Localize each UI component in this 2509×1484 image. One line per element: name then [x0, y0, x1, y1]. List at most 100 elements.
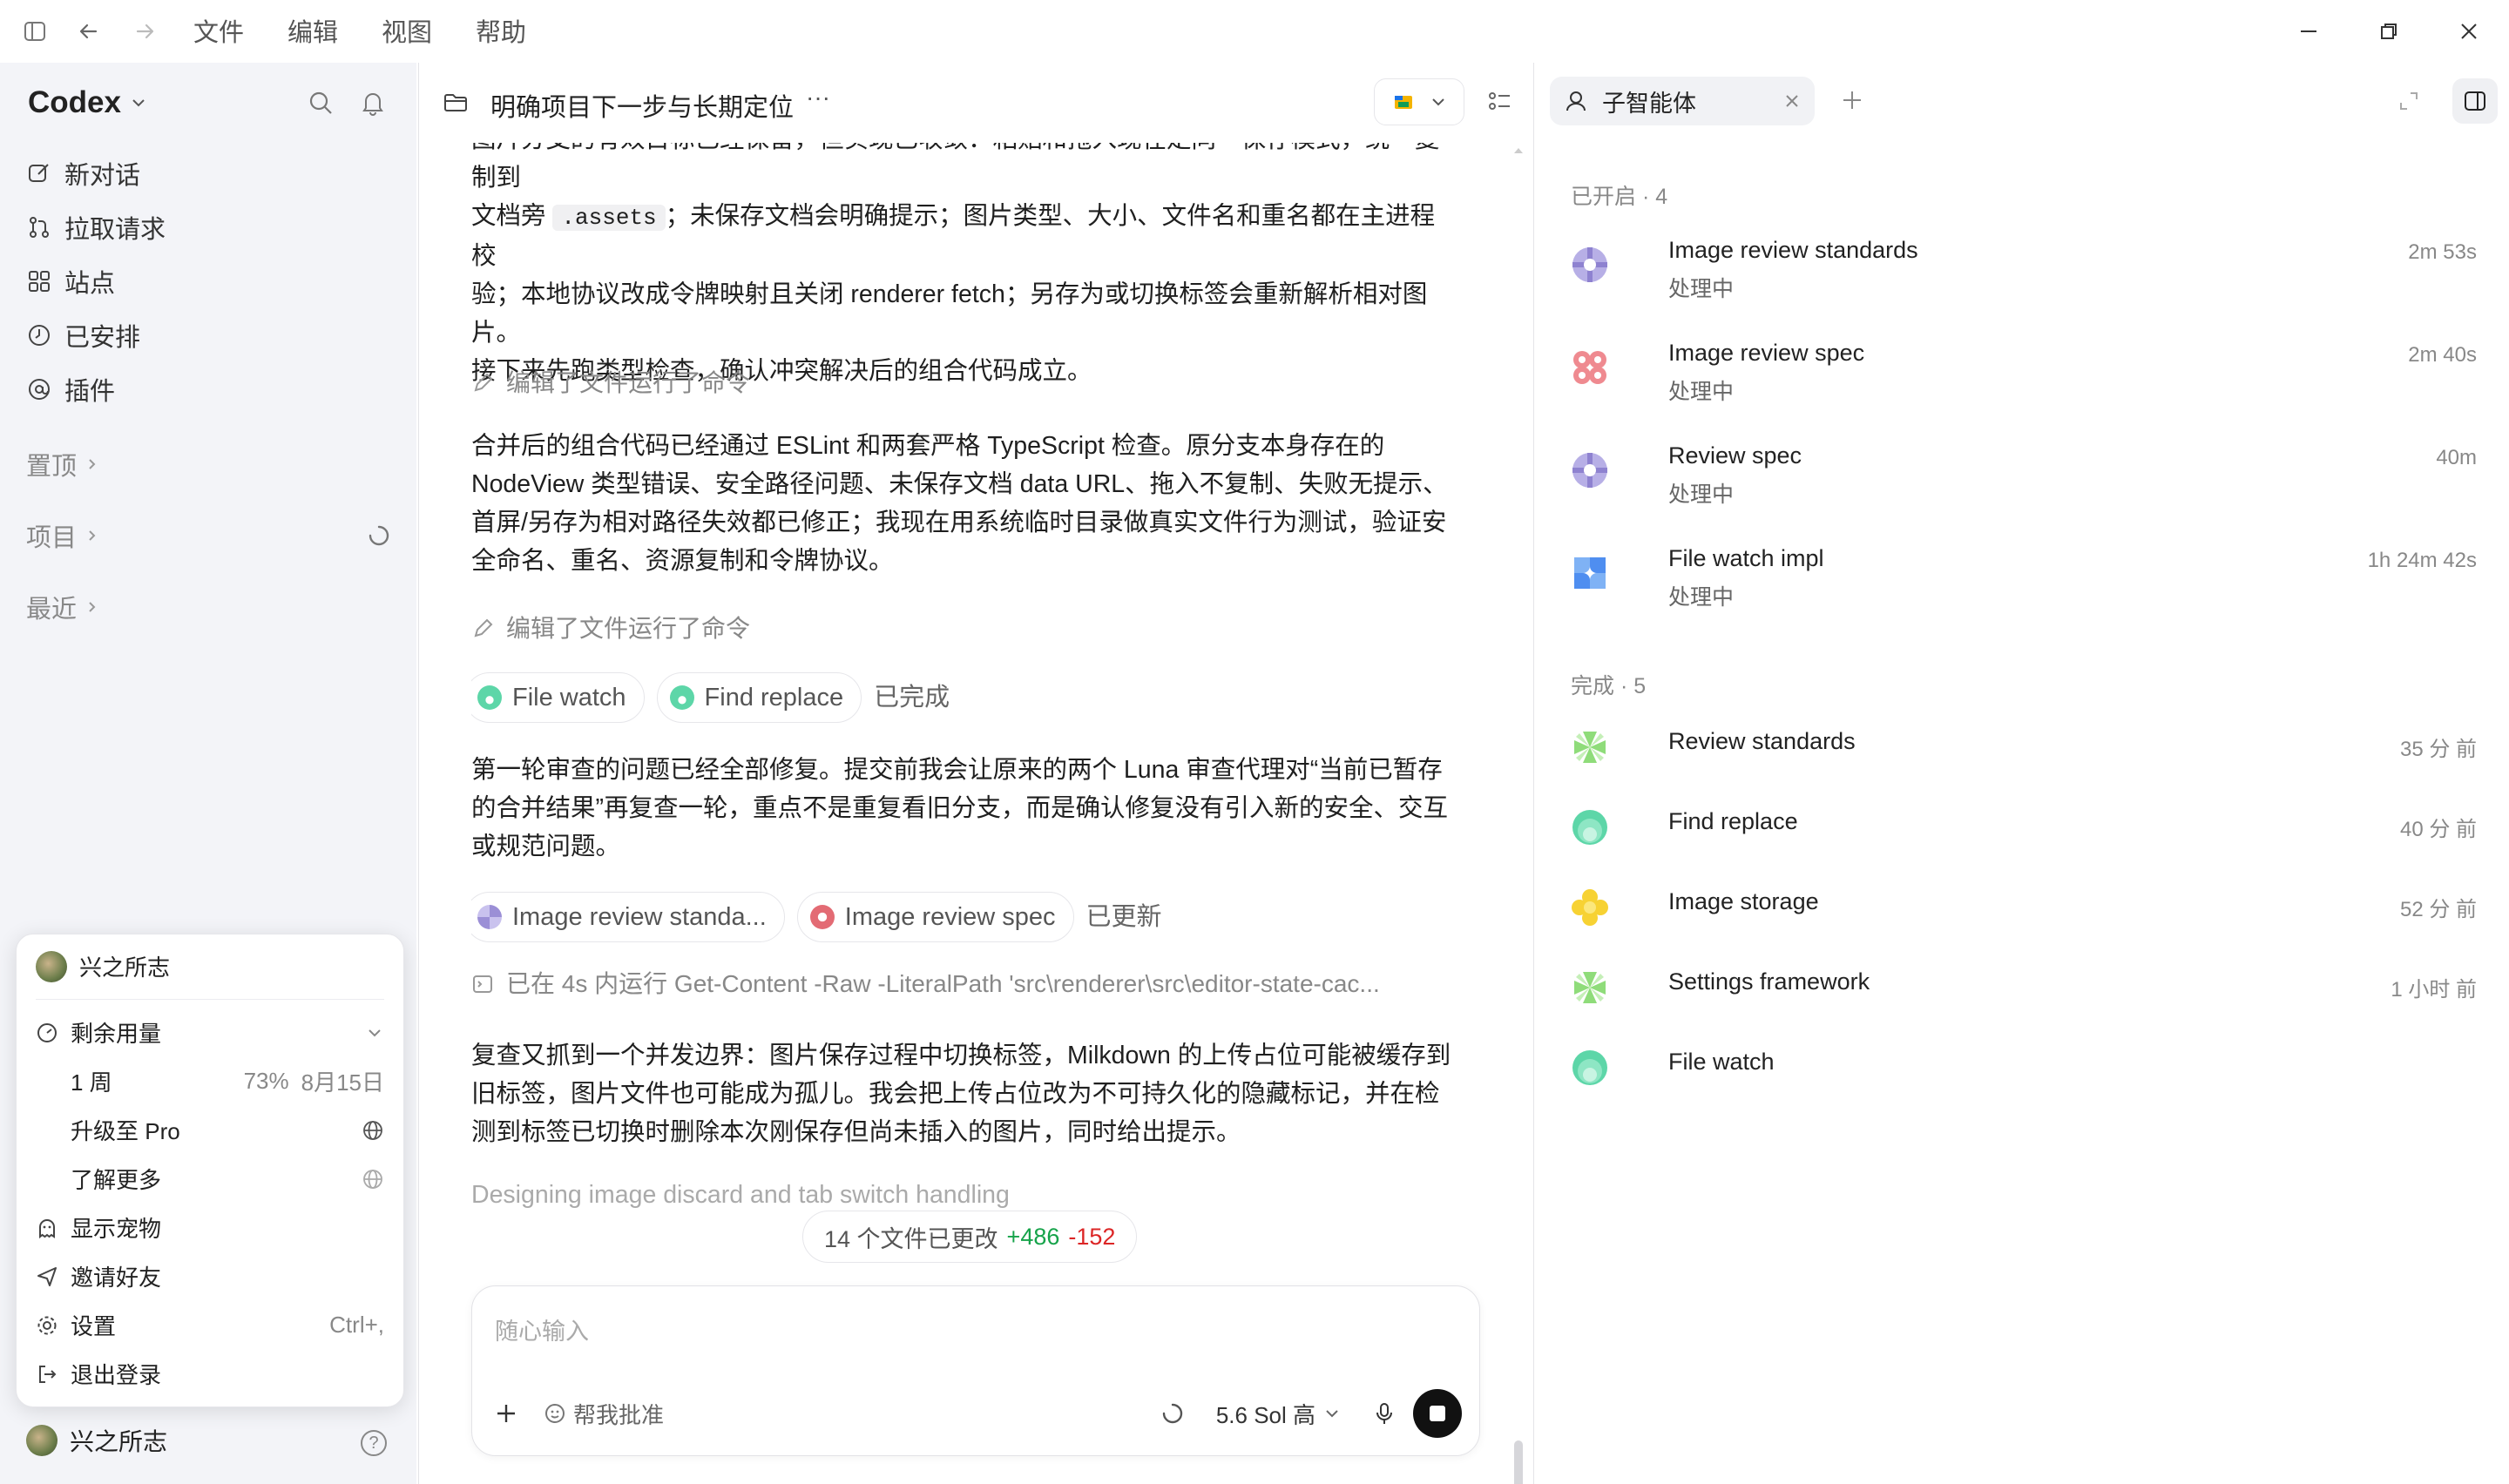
- pencil-icon: [474, 618, 493, 637]
- subagent-item[interactable]: Image review standards 处理中 2m 53s: [1571, 233, 2477, 303]
- subagent-item[interactable]: File watch impl 处理中 1h 24m 42s: [1571, 542, 2477, 611]
- agent-avatar-icon: [669, 685, 694, 710]
- assistant-message-3: 复查又抓到一个并发边界：图片保存过程中切换标签，Milkdown 的上传占位可能…: [471, 1042, 1451, 1146]
- show-pet-item[interactable]: 显示宠物: [36, 1211, 384, 1244]
- agent-avatar-icon: [1574, 732, 1606, 763]
- section-projects[interactable]: 项目: [26, 517, 390, 554]
- task-list-icon[interactable]: [1487, 89, 1513, 115]
- done-section-header: 完成 · 5: [1571, 674, 1647, 698]
- stop-button[interactable]: [1413, 1389, 1462, 1438]
- settings-item[interactable]: 设置 Ctrl+,: [36, 1309, 384, 1341]
- files-changed-badge[interactable]: 14 个文件已更改 +486 -152: [802, 1211, 1138, 1263]
- bell-icon[interactable]: [359, 89, 387, 117]
- agent-chips-completed: File watch Find replace 已完成: [471, 672, 950, 723]
- section-pinned[interactable]: 置顶: [26, 446, 99, 482]
- subagent-item[interactable]: Image review spec 处理中 2m 40s: [1571, 336, 2477, 406]
- tool-activity-row[interactable]: 编辑了文件运行了命令: [471, 610, 750, 648]
- agent-status: 处理中: [1668, 585, 1735, 610]
- learn-more-link[interactable]: 了解更多: [71, 1163, 384, 1195]
- workspace-switcher[interactable]: Codex: [28, 85, 147, 120]
- subagent-item[interactable]: Review spec 处理中 40m: [1571, 439, 2477, 509]
- subagent-done-item[interactable]: Settings framework 1 小时 前: [1571, 965, 2477, 1017]
- scrollbar[interactable]: [1511, 143, 1526, 1484]
- expand-icon[interactable]: [2397, 89, 2421, 113]
- logout-item[interactable]: 退出登录: [36, 1358, 384, 1390]
- add-tab-icon[interactable]: [1839, 87, 1865, 113]
- agent-chip-file-watch[interactable]: File watch: [471, 672, 645, 723]
- plus-icon[interactable]: [493, 1400, 519, 1427]
- upgrade-label: 升级至 Pro: [71, 1118, 180, 1144]
- user-name: 兴之所志: [70, 1428, 168, 1455]
- sidebar-item-plugins[interactable]: 插件: [26, 371, 115, 408]
- minimize-icon[interactable]: [2291, 14, 2326, 49]
- agent-chip-image-review-standards[interactable]: Image review standa...: [471, 892, 785, 942]
- sidebar-item-pull-requests[interactable]: 拉取请求: [26, 209, 166, 246]
- usage-remaining-toggle[interactable]: 剩余用量: [36, 1016, 384, 1049]
- scrollbar-thumb[interactable]: [1514, 1440, 1523, 1484]
- sidebar-item-new-chat[interactable]: 新对话: [26, 155, 140, 192]
- close-icon[interactable]: [1783, 92, 1801, 110]
- toggle-panel-button[interactable]: [2452, 78, 2498, 124]
- chip-label: Find replace: [704, 684, 844, 712]
- command-run-row[interactable]: 已在 4s 内运行 Get-Content -Raw -LiteralPath …: [471, 965, 1380, 1003]
- invite-friends-item[interactable]: 邀请好友: [36, 1260, 384, 1292]
- auto-approve-toggle[interactable]: 帮我批准: [544, 1398, 664, 1430]
- open-in-app-dropdown[interactable]: [1374, 78, 1464, 125]
- user-profile-button[interactable]: 兴之所志: [26, 1423, 167, 1458]
- sidebar-item-sites[interactable]: 站点: [26, 263, 115, 300]
- tab-label: 子智能体: [1602, 90, 1696, 117]
- help-icon[interactable]: ?: [361, 1430, 387, 1456]
- menu-view[interactable]: 视图: [382, 12, 432, 49]
- upgrade-pro-link[interactable]: 升级至 Pro: [71, 1114, 384, 1146]
- agent-name: File watch impl: [1668, 545, 1824, 571]
- scroll-up-icon[interactable]: [1511, 143, 1526, 159]
- toggle-sidebar-icon[interactable]: [17, 14, 52, 49]
- usage-week-row: 1 周 73% 8月15日: [71, 1065, 384, 1097]
- sidebar-item-label: 已安排: [64, 324, 141, 352]
- section-recent[interactable]: 最近: [26, 589, 99, 625]
- back-arrow-icon[interactable]: [71, 14, 106, 49]
- globe-icon: [363, 1169, 382, 1189]
- restore-icon[interactable]: [2371, 14, 2406, 49]
- microphone-icon[interactable]: [1371, 1400, 1397, 1427]
- chevron-down-icon: [1432, 98, 1444, 106]
- chip-label: Image review spec: [844, 903, 1056, 931]
- agent-chip-find-replace[interactable]: Find replace: [656, 672, 862, 723]
- composer-input[interactable]: 随心输入: [495, 1312, 589, 1346]
- tool-activity-label: 编辑了文件运行了命令: [506, 369, 751, 396]
- menu-file[interactable]: 文件: [193, 12, 244, 49]
- tool-activity-row[interactable]: 编辑了文件运行了命令: [471, 364, 750, 402]
- agent-status: 处理中: [1668, 482, 1735, 507]
- tab-subagents[interactable]: 子智能体: [1550, 77, 1815, 125]
- forward-arrow-icon[interactable]: [127, 14, 162, 49]
- agent-avatar-icon: [477, 685, 502, 710]
- week-label: 1 周: [71, 1069, 112, 1096]
- menu-edit[interactable]: 编辑: [287, 12, 338, 49]
- terminal-icon: [473, 975, 492, 993]
- agent-icon: [1566, 91, 1586, 111]
- title-bar: 文件 编辑 视图 帮助: [0, 0, 2509, 63]
- learn-more-label: 了解更多: [71, 1167, 162, 1193]
- message-composer[interactable]: 随心输入 帮我批准 5.6 Sol 高: [471, 1285, 1480, 1456]
- more-options-button[interactable]: ···: [806, 84, 830, 111]
- menu-help[interactable]: 帮助: [476, 12, 526, 49]
- subagent-done-item[interactable]: File watch: [1571, 1045, 2477, 1097]
- chips-status: 已完成: [874, 684, 950, 712]
- sidebar-item-scheduled[interactable]: 已安排: [26, 317, 140, 354]
- model-selector[interactable]: 5.6 Sol 高: [1216, 1398, 1340, 1430]
- settings-label: 设置: [71, 1313, 117, 1339]
- at-icon: [29, 379, 50, 400]
- agent-avatar-icon: [1572, 453, 1607, 488]
- grid-icon: [29, 271, 50, 292]
- loading-spinner-icon: [1162, 1403, 1183, 1424]
- search-icon[interactable]: [307, 89, 335, 117]
- agent-finished-ago: 40 分 前: [2399, 818, 2477, 841]
- close-window-icon[interactable]: [2452, 14, 2486, 49]
- assistant-message-1: 合并后的组合代码已经通过 ESLint 和两套严格 TypeScript 检查。…: [471, 432, 1448, 575]
- subagent-done-item[interactable]: Image storage 52 分 前: [1571, 885, 2477, 937]
- agent-chip-image-review-spec[interactable]: Image review spec: [796, 892, 1074, 942]
- chevron-down-icon: [132, 99, 145, 107]
- subagent-done-item[interactable]: Review standards 35 分 前: [1571, 725, 2477, 777]
- agent-avatar-icon: [1574, 972, 1606, 1003]
- subagent-done-item[interactable]: Find replace 40 分 前: [1571, 805, 2477, 857]
